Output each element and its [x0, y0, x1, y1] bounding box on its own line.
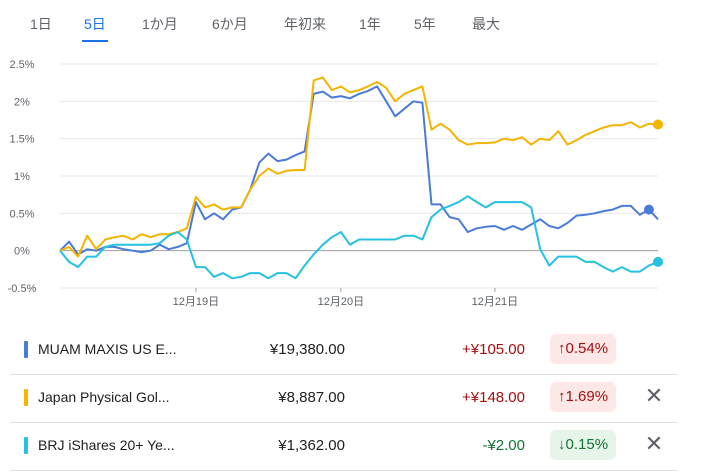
close-icon[interactable]: ✕: [642, 384, 666, 408]
y-tick-label: 0%: [14, 246, 30, 258]
x-tick-label: 12月20日: [318, 296, 364, 308]
security-name: MUAM MAXIS US E...: [38, 341, 177, 357]
security-price: ¥19,380.00: [269, 341, 345, 358]
y-tick-label: 0.5%: [9, 208, 34, 220]
series-end-dot-1: [643, 204, 654, 215]
security-price: ¥1,362.00: [278, 437, 345, 454]
y-tick-label: 1%: [14, 171, 30, 183]
tab-1d[interactable]: 1日: [28, 14, 54, 40]
tab-1y[interactable]: 1年: [357, 14, 383, 40]
security-price: ¥8,887.00: [278, 389, 345, 406]
tab-max[interactable]: 最大: [470, 14, 502, 40]
percent-change-badge: ↓0.15%: [550, 430, 617, 460]
tab-1m[interactable]: 1か月: [140, 14, 180, 40]
security-change: +¥148.00: [462, 389, 525, 406]
y-tick-label: -0.5%: [8, 283, 37, 295]
comparison-line-chart: 2.5% 2% 1.5% 1% 0.5% 0% -0.5% 12月19日 12月20日 12月21…: [8, 59, 663, 308]
security-change: +¥105.00: [462, 341, 525, 358]
tab-ytd[interactable]: 年初来: [282, 14, 328, 40]
series-end-dot-2: [653, 119, 663, 130]
x-tick-label: 12月21日: [472, 296, 518, 308]
tab-6m[interactable]: 6か月: [210, 14, 250, 40]
percent-change-badge: ↑1.69%: [550, 382, 617, 412]
y-tick-label: 1.5%: [9, 134, 34, 146]
close-icon[interactable]: ✕: [642, 432, 666, 456]
table-row[interactable]: Japan Physical Gol... ¥8,887.00 +¥148.00…: [10, 374, 677, 423]
series-color-bar: [24, 341, 28, 358]
y-tick-label: 2.5%: [9, 59, 34, 71]
table-row[interactable]: BRJ iShares 20+ Ye... ¥1,362.00 -¥2.00 ↓…: [10, 422, 677, 471]
series-color-bar: [24, 437, 28, 454]
security-name: Japan Physical Gol...: [38, 389, 170, 405]
series-line-2: [59, 76, 659, 258]
x-tick-label: 12月19日: [173, 296, 219, 308]
tab-5d[interactable]: 5日: [82, 14, 108, 42]
security-change: -¥2.00: [482, 437, 525, 454]
series-line-1: [59, 85, 659, 256]
y-tick-label: 2%: [14, 96, 30, 108]
percent-change-badge: ↑0.54%: [550, 334, 617, 364]
series-end-dot-3: [653, 256, 663, 267]
table-row[interactable]: MUAM MAXIS US E... ¥19,380.00 +¥105.00 ↑…: [10, 326, 677, 375]
security-name: BRJ iShares 20+ Ye...: [38, 437, 175, 453]
tab-5y[interactable]: 5年: [412, 14, 438, 40]
range-tabs: 1日 5日 1か月 6か月 年初来 1年 5年 最大: [0, 8, 701, 42]
series-color-bar: [24, 389, 28, 406]
